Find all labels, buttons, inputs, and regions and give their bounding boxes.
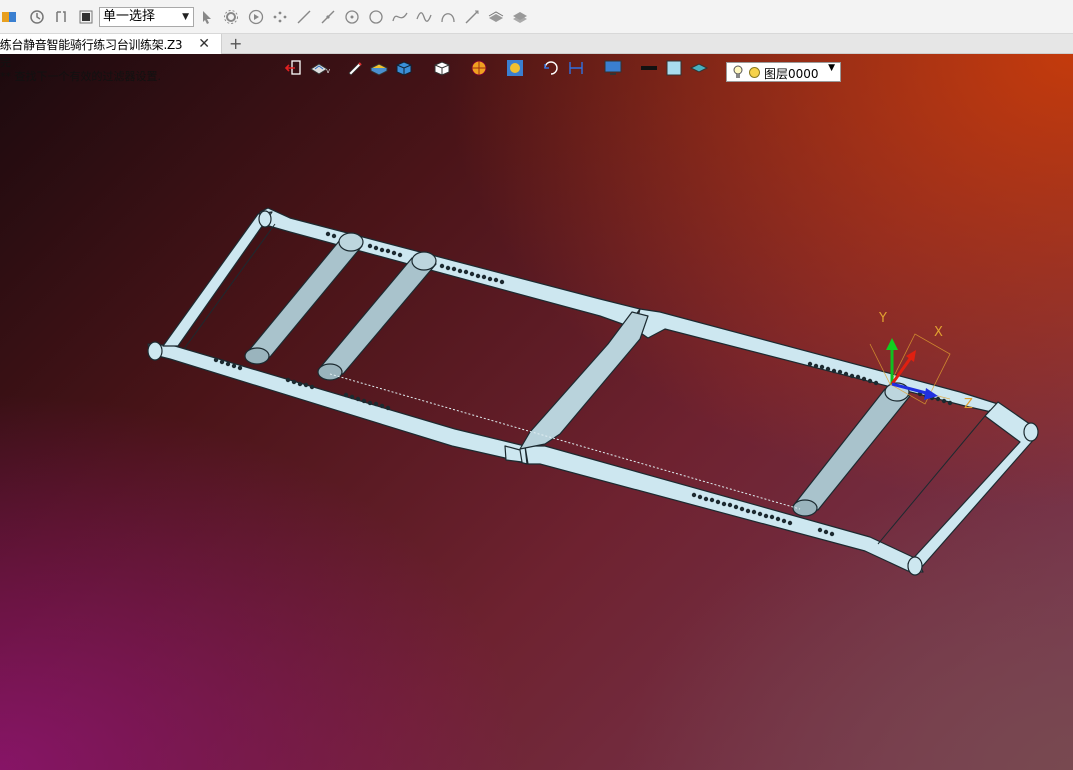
axis-label-z: Z [964, 397, 973, 412]
filter-icon[interactable] [52, 8, 70, 26]
edge-line-icon[interactable] [463, 8, 481, 26]
wire-cube-icon[interactable] [431, 59, 453, 77]
roller-3 [792, 388, 911, 511]
select-arrow-icon[interactable] [198, 8, 216, 26]
line-style-icon[interactable] [639, 59, 661, 77]
close-icon[interactable]: ✕ [198, 34, 210, 54]
play-icon[interactable] [247, 8, 265, 26]
dimension-icon[interactable] [567, 59, 589, 77]
tab-bar: 训练台静音智能骑行练习台训练架.Z3 ✕ + [0, 34, 1073, 54]
axis-label-x: X [934, 325, 943, 340]
wave-icon[interactable] [415, 8, 433, 26]
end-brace-left [162, 211, 273, 347]
new-tab-button[interactable]: + [229, 34, 242, 53]
exit-icon[interactable] [283, 59, 305, 77]
layer-select-value: 图层0000 [764, 67, 819, 81]
line-icon[interactable] [295, 8, 313, 26]
stop-icon[interactable] [77, 8, 95, 26]
trainer-frame-model[interactable]: Y X Z [0, 54, 1073, 770]
chevron-down-icon: ▼ [182, 12, 189, 22]
stack-icon[interactable] [511, 8, 529, 26]
select-settings-icon[interactable] [222, 8, 240, 26]
center-bracket [519, 311, 649, 450]
circle-icon[interactable] [367, 8, 385, 26]
tab-document-label: 训练台静音智能骑行练习台训练架.Z3 [0, 38, 183, 52]
shaded-cube-icon[interactable] [393, 59, 415, 77]
arc-icon[interactable] [439, 8, 457, 26]
point-pattern-icon[interactable] [271, 8, 289, 26]
display-icon[interactable] [603, 59, 625, 77]
chevron-down-icon: ▼ [828, 63, 835, 73]
rail-far-right [634, 308, 1001, 415]
view-orient-icon[interactable]: v [309, 59, 331, 77]
top-toolbar: 单一选择 ▼ [0, 0, 1073, 34]
section-icon[interactable] [469, 59, 491, 77]
color-swatch-icon[interactable] [664, 59, 686, 77]
circle-center-icon[interactable] [343, 8, 361, 26]
surface-icon[interactable] [487, 8, 505, 26]
line-point-icon[interactable] [319, 8, 337, 26]
refresh-view-icon[interactable] [541, 59, 563, 77]
pencil-icon[interactable] [343, 59, 365, 77]
svg-text:v: v [326, 67, 330, 75]
layer-color-icon [749, 67, 760, 78]
material-icon[interactable] [689, 59, 711, 77]
lightbulb-icon[interactable] [732, 65, 744, 83]
axis-label-y: Y [878, 311, 887, 326]
curve-icon[interactable] [391, 8, 409, 26]
layer-box-icon[interactable] [368, 59, 390, 77]
history-icon[interactable] [28, 8, 46, 26]
filter-select[interactable]: 单一选择 ▼ [99, 7, 194, 27]
zoom-fit-icon[interactable] [505, 59, 527, 77]
filter-select-value: 单一选择 [103, 9, 156, 24]
app-logo-icon[interactable] [0, 8, 18, 26]
layer-select[interactable]: 图层0000 ▼ [726, 62, 841, 82]
rail-near-right [524, 445, 924, 573]
tab-document[interactable]: 训练台静音智能骑行练习台训练架.Z3 ✕ [0, 34, 222, 54]
graphics-viewport[interactable]: 完 ** 查找下一个有效的过滤器设置. Y X Z v 图层0000 ▼ [0, 54, 1073, 770]
